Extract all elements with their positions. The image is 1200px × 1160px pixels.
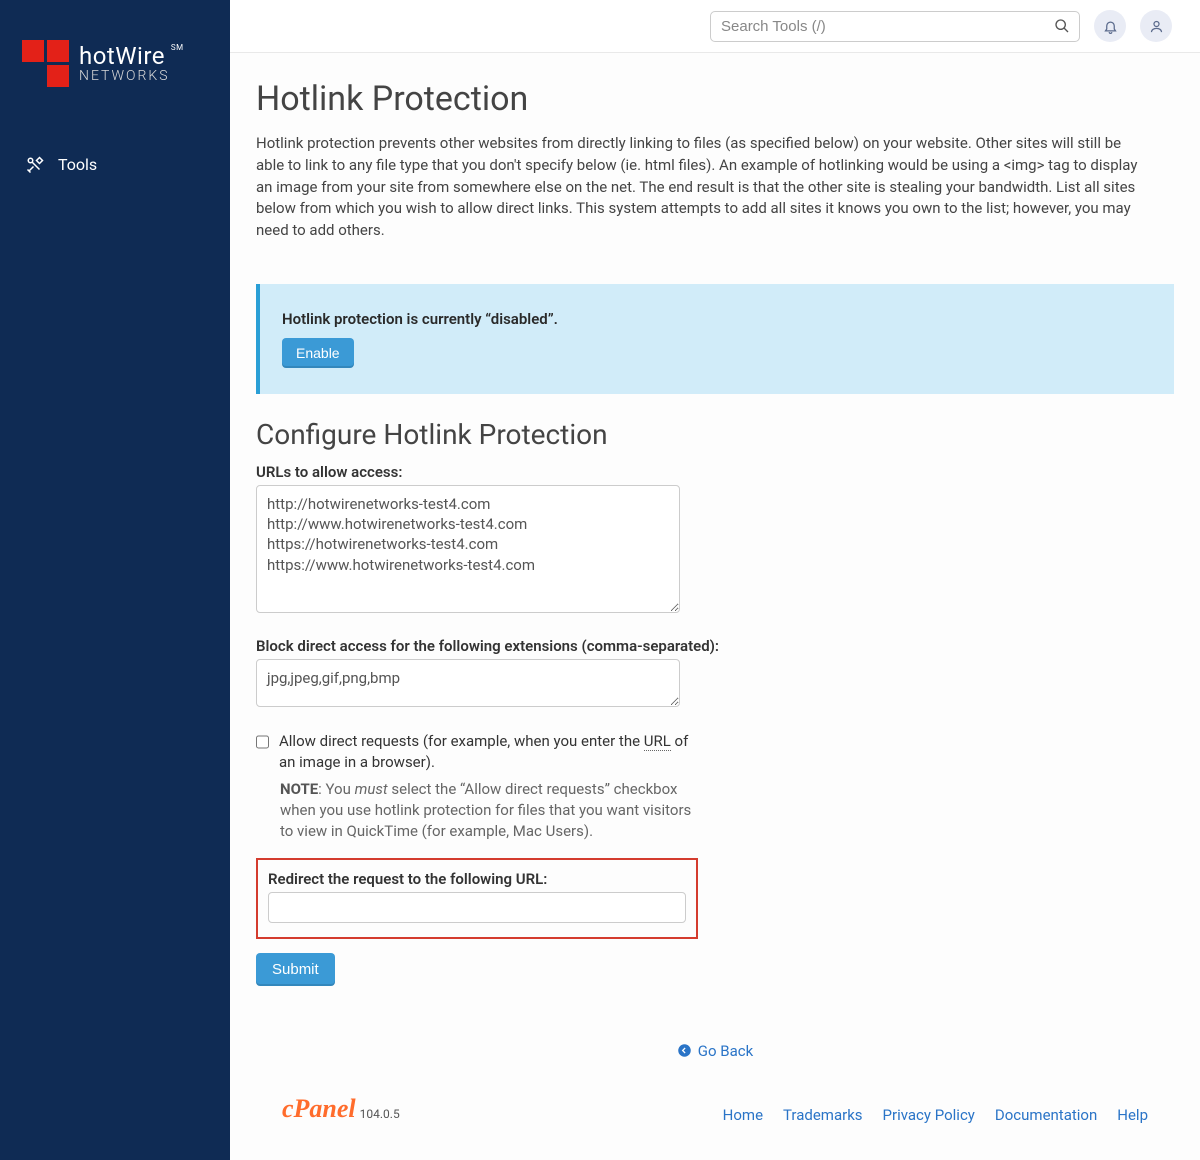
alert-status-text: Hotlink protection is currently “disable… (282, 310, 1152, 328)
urls-textarea[interactable] (256, 485, 680, 613)
footer-link-trademarks[interactable]: Trademarks (783, 1106, 863, 1124)
footer-link-help[interactable]: Help (1117, 1106, 1148, 1124)
enable-button[interactable]: Enable (282, 338, 354, 368)
footer-link-privacy[interactable]: Privacy Policy (883, 1106, 975, 1124)
arrow-left-circle-icon (677, 1043, 692, 1058)
sidebar-item-label: Tools (58, 155, 97, 174)
redirect-label: Redirect the request to the following UR… (268, 870, 686, 888)
sidebar-item-tools[interactable]: Tools (0, 143, 230, 186)
brand-logo: hotWireSM NETWORKS (0, 0, 230, 107)
cpanel-logo: cPanel 104.0.5 (282, 1094, 400, 1124)
topbar (230, 0, 1200, 53)
search-input[interactable] (710, 11, 1080, 42)
search-icon (1054, 18, 1070, 34)
search-wrap (710, 11, 1080, 42)
footer-link-home[interactable]: Home (723, 1106, 763, 1124)
content: Hotlink Protection Hotlink protection pr… (230, 53, 1200, 1160)
allow-direct-note: NOTE: You must select the “Allow direct … (280, 779, 700, 842)
footer-links: Home Trademarks Privacy Policy Documenta… (723, 1106, 1148, 1124)
status-alert: Hotlink protection is currently “disable… (256, 284, 1174, 394)
sidebar: hotWireSM NETWORKS Tools (0, 0, 230, 1160)
submit-button[interactable]: Submit (256, 953, 335, 986)
page-description: Hotlink protection prevents other websit… (256, 133, 1146, 242)
user-icon (1149, 19, 1164, 34)
redirect-block: Redirect the request to the following UR… (256, 858, 698, 939)
ext-label: Block direct access for the following ex… (256, 637, 1174, 655)
main: Hotlink Protection Hotlink protection pr… (230, 0, 1200, 1160)
bell-icon (1103, 19, 1118, 34)
ext-textarea[interactable] (256, 659, 680, 707)
allow-direct-row: Allow direct requests (for example, when… (256, 731, 696, 773)
configure-heading: Configure Hotlink Protection (256, 418, 1174, 451)
allow-direct-checkbox[interactable] (256, 735, 269, 749)
footer: cPanel 104.0.5 Home Trademarks Privacy P… (256, 1090, 1174, 1142)
go-back-link[interactable]: Go Back (677, 1042, 753, 1060)
urls-field: URLs to allow access: (256, 463, 1174, 617)
urls-label: URLs to allow access: (256, 463, 1174, 481)
brand-logo-text: hotWireSM NETWORKS (79, 44, 170, 84)
brand-logo-mark (22, 40, 69, 87)
redirect-input[interactable] (268, 892, 686, 923)
ext-field: Block direct access for the following ex… (256, 637, 1174, 711)
notifications-button[interactable] (1094, 10, 1126, 42)
account-button[interactable] (1140, 10, 1172, 42)
page-title: Hotlink Protection (256, 79, 1174, 119)
footer-link-documentation[interactable]: Documentation (995, 1106, 1097, 1124)
tools-icon (26, 156, 44, 174)
allow-direct-label[interactable]: Allow direct requests (for example, when… (279, 731, 696, 773)
